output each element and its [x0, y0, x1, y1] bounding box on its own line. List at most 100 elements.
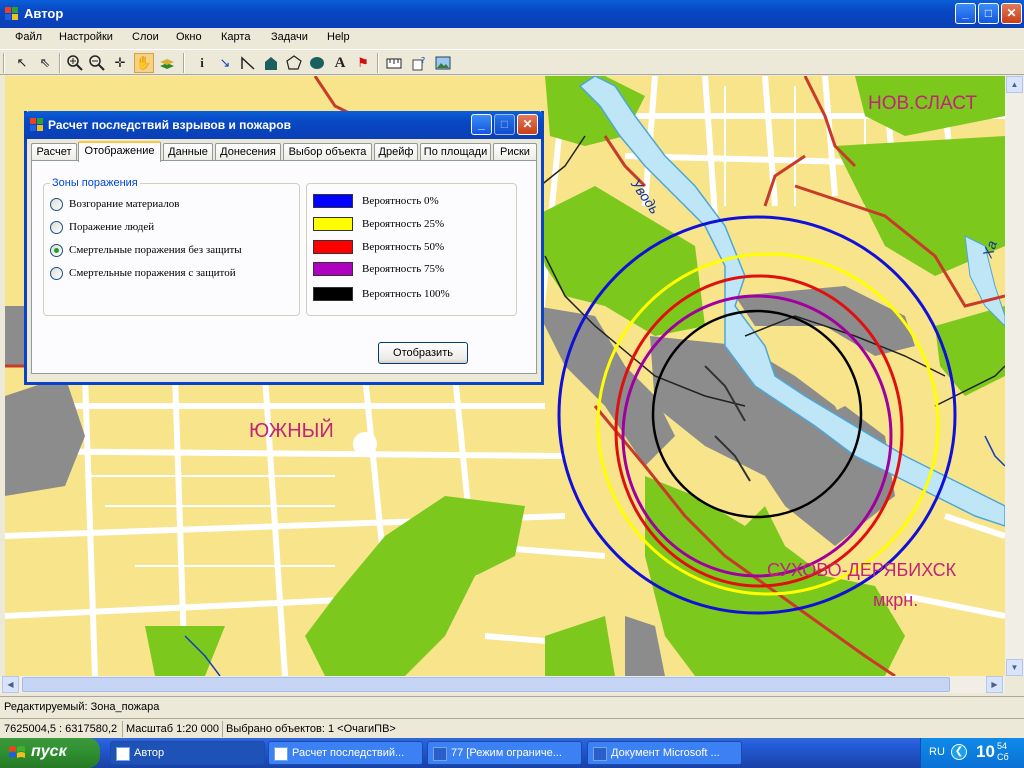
flag-icon[interactable]: ⚑ [353, 53, 373, 73]
tab-reports[interactable]: Донесения [215, 143, 281, 161]
ellipse-icon[interactable] [307, 53, 327, 73]
scroll-up-icon[interactable]: ▲ [1006, 76, 1023, 93]
zones-group: Зоны поражения Возгорание материалов Пор… [43, 177, 300, 316]
status-separator [222, 721, 223, 737]
menu-bar: Файл Настройки Слои Окно Карта Задачи He… [0, 28, 1024, 49]
move-icon[interactable]: ✛ [110, 53, 130, 73]
tab-data[interactable]: Данные [163, 143, 213, 161]
scroll-down-icon[interactable]: ▼ [1006, 659, 1023, 676]
swatch-25[interactable] [313, 217, 353, 231]
task-label: Автор [134, 747, 165, 759]
picture-icon[interactable] [433, 53, 453, 73]
menu-map[interactable]: Карта [221, 31, 250, 43]
dialog-minimize-button[interactable]: _ [471, 114, 492, 135]
tab-select-object[interactable]: Выбор объекта [283, 143, 372, 161]
polyline-icon[interactable] [238, 53, 258, 73]
swatch-0[interactable] [313, 194, 353, 208]
swatch-100[interactable] [313, 287, 353, 301]
scroll-thumb[interactable] [22, 677, 950, 692]
settings-query-icon[interactable]: ? [410, 53, 430, 73]
status-bar: 7625004,5 : 6317580,2 Масштаб 1:20 000 В… [0, 718, 1024, 738]
task-calc-dialog[interactable]: Расчет последствий... [268, 741, 423, 765]
dialog-app-icon [30, 118, 43, 131]
clock-day: Сб [997, 752, 1009, 762]
selected-objects-text: Выбрано объектов: 1 <ОчагиПВ> [226, 723, 396, 735]
svg-text:?: ? [421, 56, 425, 65]
layers-icon[interactable] [157, 53, 177, 73]
vertical-scrollbar[interactable]: ▲ ▼ [1005, 76, 1024, 676]
text-icon[interactable]: A [330, 53, 350, 73]
status-separator [122, 721, 123, 737]
radio-button-checked[interactable] [50, 244, 63, 257]
menu-window[interactable]: Окно [176, 31, 202, 43]
toolbar-grip [3, 53, 5, 73]
main-title-bar: Автор _ □ ✕ [0, 0, 1024, 28]
language-indicator[interactable]: RU [929, 746, 945, 758]
pan-hand-icon[interactable]: ✋ [134, 53, 154, 73]
window-title: Автор [24, 6, 64, 21]
edit-status-bar: Редактируемый: Зона_пожара [0, 696, 1024, 716]
toolbar-separator [377, 53, 379, 73]
calc-dialog: Расчет последствий взрывов и пожаров _ □… [24, 111, 544, 385]
tab-calc[interactable]: Расчет [31, 143, 77, 161]
house-icon[interactable] [261, 53, 281, 73]
show-button[interactable]: Отобразить [378, 342, 468, 364]
tab-risks[interactable]: Риски [493, 143, 537, 161]
tab-display[interactable]: Отображение [78, 141, 161, 162]
task-word-restricted[interactable]: 77 [Режим ограниче... [427, 741, 582, 765]
ruler-icon[interactable] [384, 53, 404, 73]
menu-tasks[interactable]: Задачи [271, 31, 308, 43]
dialog-close-button[interactable]: ✕ [517, 114, 538, 135]
minimize-button[interactable]: _ [955, 3, 976, 24]
radio-button[interactable] [50, 221, 63, 234]
menu-help[interactable]: Help [327, 31, 350, 43]
windows-flag-icon [9, 746, 25, 758]
taskbar: пуск Автор Расчет последствий... 77 [Реж… [0, 738, 1024, 768]
menu-file[interactable]: Файл [15, 31, 42, 43]
polygon-icon[interactable] [284, 53, 304, 73]
scroll-left-icon[interactable]: ◀ [2, 676, 19, 693]
horizontal-scrollbar[interactable]: ◀ ▶ [0, 676, 1005, 693]
word-icon [433, 747, 447, 761]
task-label: Расчет последствий... [292, 747, 405, 759]
info-icon[interactable]: i [192, 53, 212, 73]
map-label-yuzhny: ЮЖНЫЙ [249, 420, 334, 442]
radio-button[interactable] [50, 198, 63, 211]
map-label-nov-slast: НОВ.СЛАСТ [868, 93, 977, 114]
tab-drift[interactable]: Дрейф [374, 143, 418, 161]
task-avtor[interactable]: Автор [110, 741, 265, 765]
clock-minute: 54 [997, 741, 1008, 751]
probability-label-50: Вероятность 50% [362, 241, 445, 253]
start-label: пуск [31, 743, 67, 760]
task-label: Документ Microsoft ... [611, 747, 720, 759]
start-button[interactable]: пуск [0, 738, 100, 768]
clock-hour: 10 [976, 742, 995, 761]
zones-group-legend: Зоны поражения [50, 177, 140, 189]
radio-label: Поражение людей [69, 221, 155, 233]
menu-layers[interactable]: Слои [132, 31, 159, 43]
radio-label: Смертельные поражения без защиты [69, 244, 242, 256]
zoom-in-icon[interactable] [65, 53, 85, 73]
zoom-out-icon[interactable] [87, 53, 107, 73]
probability-legend-group: Вероятность 0% Вероятность 25% Вероятнос… [306, 183, 517, 316]
select-objects-icon[interactable]: ⇖ [35, 53, 55, 73]
radio-button[interactable] [50, 267, 63, 280]
map-label-sukhovo: СУХОВО-ДЕРЯБИХСК [767, 560, 957, 580]
tab-by-area[interactable]: По площади [420, 143, 491, 161]
scroll-right-icon[interactable]: ▶ [986, 676, 1003, 693]
arrow-select-icon[interactable]: ↖ [12, 53, 32, 73]
word-icon [593, 747, 607, 761]
task-word-document[interactable]: Документ Microsoft ... [587, 741, 742, 765]
maximize-button[interactable]: □ [978, 3, 999, 24]
toolbar-separator [183, 53, 185, 73]
tray-arrow-icon[interactable]: ❮ [951, 744, 967, 760]
menu-settings[interactable]: Настройки [59, 31, 113, 43]
pin-icon[interactable]: ↘ [215, 53, 235, 73]
close-button[interactable]: ✕ [1001, 3, 1022, 24]
swatch-75[interactable] [313, 262, 353, 276]
app-icon [116, 747, 130, 761]
dialog-title-bar: Расчет последствий взрывов и пожаров _ □… [24, 111, 544, 139]
app-icon [5, 7, 18, 20]
swatch-50[interactable] [313, 240, 353, 254]
dialog-maximize-button[interactable]: □ [494, 114, 515, 135]
